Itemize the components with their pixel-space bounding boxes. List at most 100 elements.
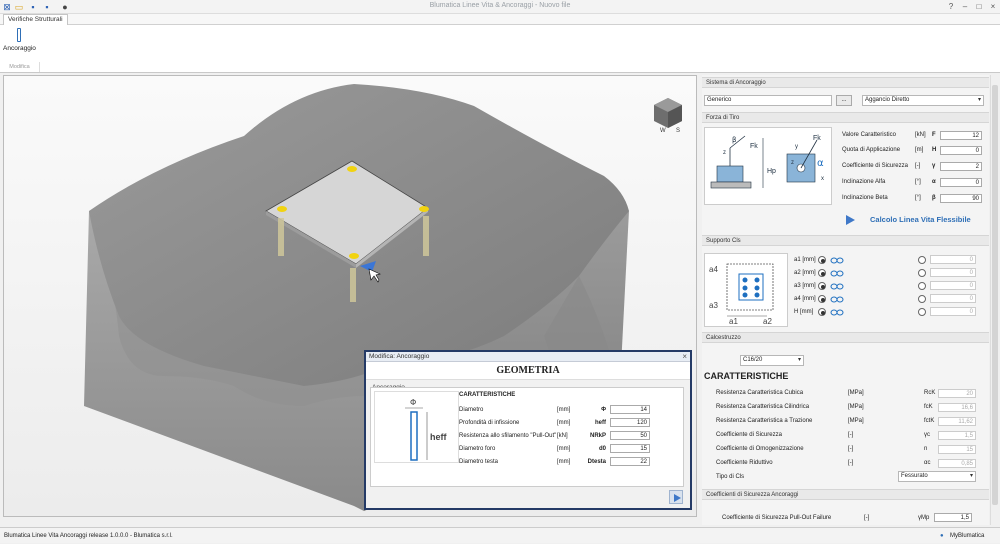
browse-button[interactable]: ...	[836, 95, 852, 106]
rck-input[interactable]: 20	[938, 389, 976, 398]
section-calcestruzzo: Calcestruzzo	[702, 332, 989, 343]
supporto-row-1-label: a2 [mm]	[794, 270, 816, 276]
tab-verifiche-strutturali[interactable]: Verifiche Strutturali	[3, 14, 68, 25]
beta-label: β	[732, 136, 736, 144]
dialog-confirm-play-button[interactable]	[669, 490, 683, 504]
modifica-ancoraggio-dialog: Modifica: Ancoraggio × GEOMETRIA Ancorag…	[364, 350, 692, 510]
a2-radio-on[interactable]	[818, 269, 826, 277]
hp-label: Hp	[767, 168, 776, 175]
section-supporto-cls: Supporto Cls	[702, 235, 989, 246]
anchor-head-3	[419, 206, 429, 212]
link-icon[interactable]	[830, 257, 844, 264]
tipo-cls-dropdown[interactable]: Fessurato	[898, 471, 976, 482]
cls-row-5-label: Coefficiente Riduttivo	[716, 460, 773, 466]
anchor-head-2	[277, 206, 287, 212]
profondita-input[interactable]: 120	[610, 418, 650, 427]
inclinazione-beta-input[interactable]: 90	[940, 194, 982, 203]
a3-radio-off[interactable]	[918, 282, 926, 290]
diametro-foro-input[interactable]: 15	[610, 444, 650, 453]
play-icon	[846, 215, 855, 225]
anchor-head-4	[349, 253, 359, 259]
valore-caratteristico-input[interactable]: 12	[940, 131, 982, 140]
heff-symbol: heff	[430, 432, 448, 442]
a4-radio-off[interactable]	[918, 295, 926, 303]
a2-radio-off[interactable]	[918, 269, 926, 277]
forza-row-2-label: Coefficiente di Sicurezza	[842, 163, 908, 169]
section-coefficienti-sicurezza: Coefficienti di Sicurezza Ancoraggi	[702, 489, 989, 500]
cls-row-0-unit: [MPa]	[848, 390, 864, 396]
title-bar: ⊠ ▭ ▪ ▪ ● Blumatica Linee Vita & Ancorag…	[0, 0, 1000, 14]
diametro-testa-input[interactable]: 22	[610, 457, 650, 466]
cls-row-5-symbol: αc	[924, 460, 931, 466]
close-icon[interactable]: ×	[986, 1, 1000, 13]
z-label-2: z	[791, 160, 794, 166]
cls-row-3-symbol: γc	[924, 432, 930, 438]
h-input[interactable]: 0	[930, 307, 976, 316]
coefficiente-sicurezza-input[interactable]: 2	[940, 162, 982, 171]
forza-row-3-label: Inclinazione Alfa	[842, 179, 886, 185]
alpha-label: α	[817, 158, 824, 169]
fctk-input[interactable]: 11,62	[938, 417, 976, 426]
forza-row-2-unit: [-]	[915, 163, 921, 169]
fck-input[interactable]: 16,6	[938, 403, 976, 412]
anchor-icon	[17, 28, 21, 42]
cls-row-3-unit: [-]	[848, 432, 854, 438]
gamma-c-input[interactable]: 1,5	[938, 431, 976, 440]
a2-input[interactable]: 0	[930, 268, 976, 277]
a3-radio-on[interactable]	[818, 282, 826, 290]
cls-row-2-symbol: fctK	[924, 418, 935, 424]
a4-radio-on[interactable]	[818, 295, 826, 303]
dialog-row-resistenza: Resistenza allo sfilamento "Pull-Out" [k…	[459, 431, 679, 441]
help-icon[interactable]: ?	[944, 1, 958, 13]
gamma-mp-input[interactable]: 1,5	[934, 513, 972, 522]
cls-row-0-symbol: RcK	[924, 390, 936, 396]
dialog-close-icon[interactable]: ×	[682, 352, 687, 362]
alpha-c-input[interactable]: 0,85	[938, 459, 976, 468]
n-input[interactable]: 15	[938, 445, 976, 454]
supporto-row-2-label: a3 [mm]	[794, 283, 816, 289]
ancoraggio-button[interactable]: Ancoraggio	[3, 28, 36, 58]
scrollbar-thumb[interactable]	[992, 85, 998, 505]
aggancio-dropdown[interactable]: Aggancio Diretto	[862, 95, 984, 106]
coeff-symbol: γMp	[918, 515, 930, 521]
properties-panel: Sistema di Ancoraggio Generico ... Aggan…	[702, 75, 989, 525]
view-cube-icon[interactable]: W S	[648, 94, 688, 134]
a1-radio-on[interactable]	[818, 256, 826, 264]
calcolo-linea-vita-button[interactable]: Calcolo Linea Vita Flessibile	[846, 214, 986, 226]
myblumatica-icon[interactable]: ●	[940, 528, 944, 544]
cls-row-2-label: Resistenza Caratteristica a Trazione	[716, 418, 813, 424]
resistenza-input[interactable]: 50	[610, 431, 650, 440]
a1-input[interactable]: 0	[930, 255, 976, 264]
link-icon[interactable]	[830, 296, 844, 303]
a2-label: a2	[763, 317, 772, 326]
quota-applicazione-input[interactable]: 0	[940, 146, 982, 155]
y-label: y	[795, 144, 798, 150]
fk-label-1: Fk	[750, 143, 758, 150]
maximize-icon[interactable]: □	[972, 1, 986, 13]
a3-input[interactable]: 0	[930, 281, 976, 290]
dialog-body: Φ heff CARATTERISTICHE Diametro [mm] Φ 1…	[370, 387, 684, 487]
cls-row-2-unit: [MPa]	[848, 418, 864, 424]
a4-label: a4	[709, 265, 718, 274]
minimize-icon[interactable]: –	[958, 1, 972, 13]
ribbon-group-label: Modifica	[0, 62, 40, 72]
forza-row-0-symbol: F	[932, 132, 936, 138]
panel-scrollbar[interactable]	[990, 75, 999, 525]
sistema-type-field[interactable]: Generico	[704, 95, 832, 106]
supporto-row-3-label: a4 [mm]	[794, 296, 816, 302]
anchor-rod-1	[278, 218, 284, 256]
forza-row-4-symbol: β	[932, 195, 936, 201]
h-radio-off[interactable]	[918, 308, 926, 316]
link-icon[interactable]	[830, 283, 844, 290]
link-icon[interactable]	[830, 309, 844, 316]
diametro-input[interactable]: 14	[610, 405, 650, 414]
h-radio-on[interactable]	[818, 308, 826, 316]
cls-row-5-unit: [-]	[848, 460, 854, 466]
a1-radio-off[interactable]	[918, 256, 926, 264]
a4-input[interactable]: 0	[930, 294, 976, 303]
link-icon[interactable]	[830, 270, 844, 277]
myblumatica-link[interactable]: MyBlumatica	[950, 528, 984, 544]
tipo-cls-label: Tipo di Cls	[716, 474, 745, 480]
inclinazione-alfa-input[interactable]: 0	[940, 178, 982, 187]
classe-cls-dropdown[interactable]: C16/20	[740, 355, 804, 366]
